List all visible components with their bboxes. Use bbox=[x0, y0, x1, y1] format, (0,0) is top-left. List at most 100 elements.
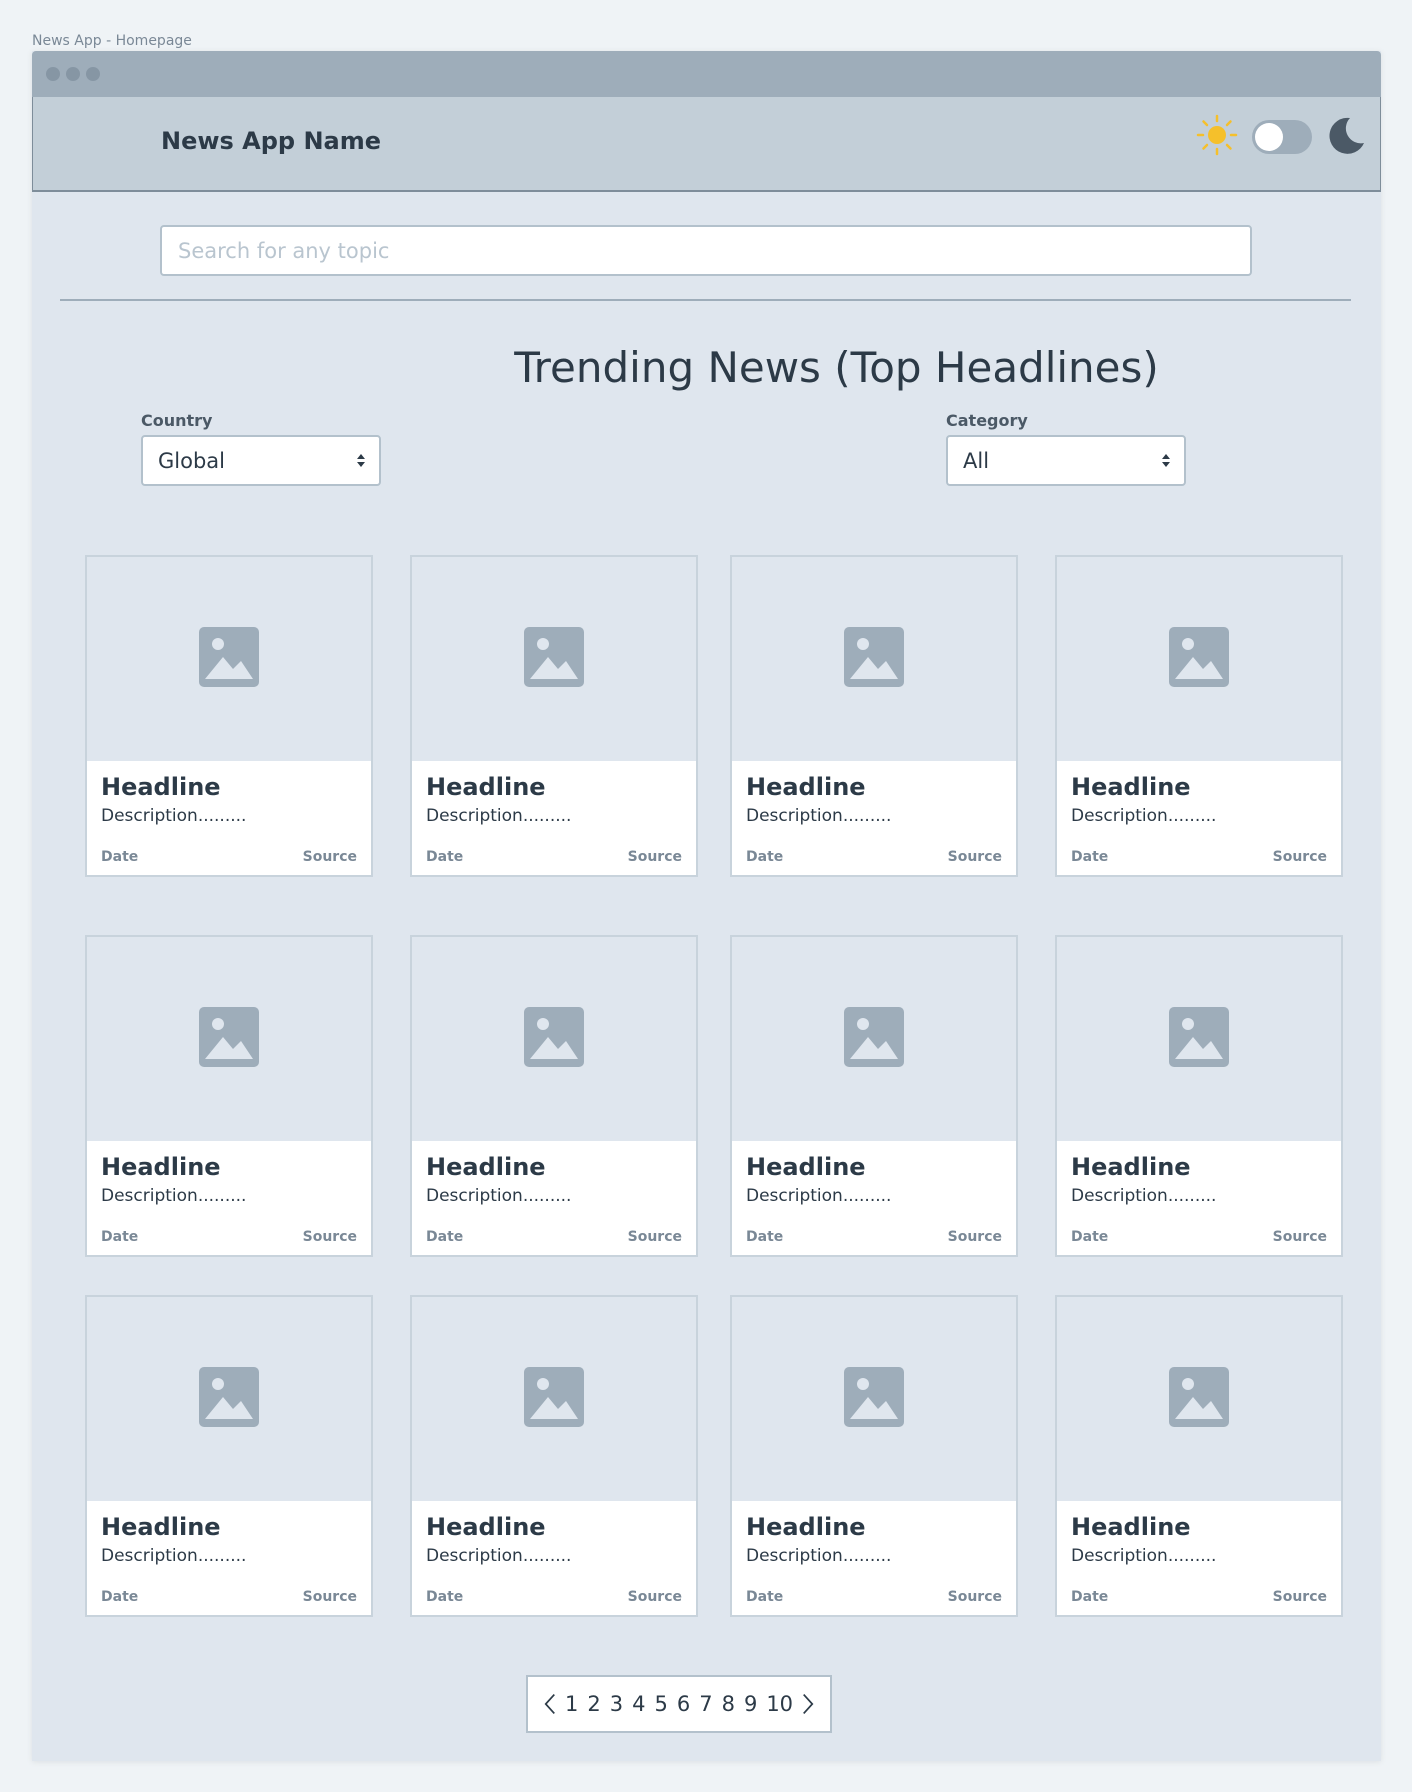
category-value: All bbox=[963, 448, 990, 473]
card-source: Source bbox=[947, 1589, 1002, 1605]
card-body: Headline Description......... Date Source bbox=[87, 1141, 371, 1255]
news-card[interactable]: Headline Description......... Date Source bbox=[410, 935, 698, 1257]
card-headline[interactable]: Headline bbox=[426, 1513, 682, 1541]
news-card[interactable]: Headline Description......... Date Source bbox=[1055, 1295, 1343, 1617]
image-icon bbox=[1169, 627, 1229, 691]
card-description: Description......... bbox=[746, 1186, 892, 1206]
card-source: Source bbox=[1272, 1589, 1327, 1605]
card-headline[interactable]: Headline bbox=[101, 773, 357, 801]
card-body: Headline Description......... Date Source bbox=[412, 1501, 696, 1615]
card-description: Description......... bbox=[746, 1546, 892, 1566]
page-link[interactable]: 6 bbox=[677, 1692, 690, 1716]
card-image-placeholder bbox=[732, 937, 1016, 1141]
app-name: News App Name bbox=[161, 127, 382, 155]
card-headline[interactable]: Headline bbox=[426, 773, 682, 801]
chevron-right-icon[interactable] bbox=[802, 1692, 814, 1716]
news-card[interactable]: Headline Description......... Date Source bbox=[730, 555, 1018, 877]
card-body: Headline Description......... Date Source bbox=[732, 1141, 1016, 1255]
card-headline[interactable]: Headline bbox=[746, 1513, 1002, 1541]
category-select[interactable]: All bbox=[946, 435, 1186, 486]
search-input[interactable] bbox=[160, 225, 1252, 276]
news-card[interactable]: Headline Description......... Date Source bbox=[410, 1295, 698, 1617]
theme-switcher bbox=[1196, 113, 1366, 161]
card-image-placeholder bbox=[1057, 557, 1341, 761]
news-card[interactable]: Headline Description......... Date Source bbox=[730, 1295, 1018, 1617]
card-headline[interactable]: Headline bbox=[746, 1153, 1002, 1181]
page-title: Trending News (Top Headlines) bbox=[514, 343, 1159, 392]
window-dot bbox=[46, 67, 60, 81]
window-dot bbox=[86, 67, 100, 81]
app-window: News App Name Search for any topic Trend… bbox=[32, 51, 1381, 1761]
card-description: Description......... bbox=[101, 1186, 247, 1206]
card-body: Headline Description......... Date Source bbox=[412, 761, 696, 875]
card-description: Description......... bbox=[746, 806, 892, 826]
pagination: 1 2 3 4 5 6 7 8 9 10 bbox=[526, 1675, 832, 1733]
country-select[interactable]: Global bbox=[141, 435, 381, 486]
image-icon bbox=[524, 1007, 584, 1071]
card-description: Description......... bbox=[426, 1546, 572, 1566]
card-source: Source bbox=[302, 849, 357, 865]
image-icon bbox=[1169, 1367, 1229, 1431]
card-date: Date bbox=[101, 1589, 139, 1605]
card-description: Description......... bbox=[1071, 1186, 1217, 1206]
card-date: Date bbox=[1071, 849, 1109, 865]
chevron-left-icon[interactable] bbox=[544, 1692, 556, 1716]
card-source: Source bbox=[627, 1229, 682, 1245]
card-headline[interactable]: Headline bbox=[426, 1153, 682, 1181]
news-card[interactable]: Headline Description......... Date Source bbox=[730, 935, 1018, 1257]
card-source: Source bbox=[302, 1589, 357, 1605]
page-link[interactable]: 8 bbox=[722, 1692, 735, 1716]
card-date: Date bbox=[1071, 1229, 1109, 1245]
card-source: Source bbox=[627, 1589, 682, 1605]
moon-icon bbox=[1326, 115, 1366, 159]
card-image-placeholder bbox=[1057, 1297, 1341, 1501]
card-body: Headline Description......... Date Source bbox=[87, 761, 371, 875]
card-description: Description......... bbox=[426, 1186, 572, 1206]
card-date: Date bbox=[746, 849, 784, 865]
card-description: Description......... bbox=[426, 806, 572, 826]
card-image-placeholder bbox=[732, 1297, 1016, 1501]
card-description: Description......... bbox=[1071, 1546, 1217, 1566]
image-icon bbox=[524, 627, 584, 691]
image-icon bbox=[844, 1007, 904, 1071]
page-link[interactable]: 9 bbox=[744, 1692, 757, 1716]
card-image-placeholder bbox=[412, 1297, 696, 1501]
page-link[interactable]: 2 bbox=[587, 1692, 600, 1716]
card-headline[interactable]: Headline bbox=[1071, 773, 1327, 801]
card-date: Date bbox=[426, 849, 464, 865]
page-link[interactable]: 1 bbox=[565, 1692, 578, 1716]
image-icon bbox=[524, 1367, 584, 1431]
news-card[interactable]: Headline Description......... Date Source bbox=[1055, 555, 1343, 877]
country-filter: Country Global bbox=[141, 411, 381, 486]
page-link[interactable]: 10 bbox=[766, 1692, 793, 1716]
news-card[interactable]: Headline Description......... Date Source bbox=[410, 555, 698, 877]
card-headline[interactable]: Headline bbox=[1071, 1153, 1327, 1181]
card-source: Source bbox=[1272, 849, 1327, 865]
country-value: Global bbox=[158, 448, 225, 473]
select-arrows-icon bbox=[357, 454, 365, 467]
card-body: Headline Description......... Date Source bbox=[1057, 761, 1341, 875]
country-label: Country bbox=[141, 411, 213, 430]
card-body: Headline Description......... Date Source bbox=[87, 1501, 371, 1615]
page-link[interactable]: 7 bbox=[699, 1692, 712, 1716]
news-card[interactable]: Headline Description......... Date Source bbox=[85, 555, 373, 877]
page-link[interactable]: 4 bbox=[632, 1692, 645, 1716]
card-headline[interactable]: Headline bbox=[1071, 1513, 1327, 1541]
card-image-placeholder bbox=[732, 557, 1016, 761]
page-link[interactable]: 3 bbox=[610, 1692, 623, 1716]
news-card[interactable]: Headline Description......... Date Source bbox=[1055, 935, 1343, 1257]
section-divider bbox=[60, 299, 1351, 301]
card-date: Date bbox=[426, 1229, 464, 1245]
select-arrows-icon bbox=[1162, 454, 1170, 467]
card-headline[interactable]: Headline bbox=[101, 1513, 357, 1541]
image-icon bbox=[844, 1367, 904, 1431]
sun-icon bbox=[1196, 114, 1238, 160]
card-headline[interactable]: Headline bbox=[746, 773, 1002, 801]
news-card[interactable]: Headline Description......... Date Source bbox=[85, 935, 373, 1257]
card-headline[interactable]: Headline bbox=[101, 1153, 357, 1181]
image-icon bbox=[1169, 1007, 1229, 1071]
theme-toggle[interactable] bbox=[1252, 120, 1312, 154]
news-card[interactable]: Headline Description......... Date Source bbox=[85, 1295, 373, 1617]
card-description: Description......... bbox=[101, 1546, 247, 1566]
page-link[interactable]: 5 bbox=[654, 1692, 667, 1716]
